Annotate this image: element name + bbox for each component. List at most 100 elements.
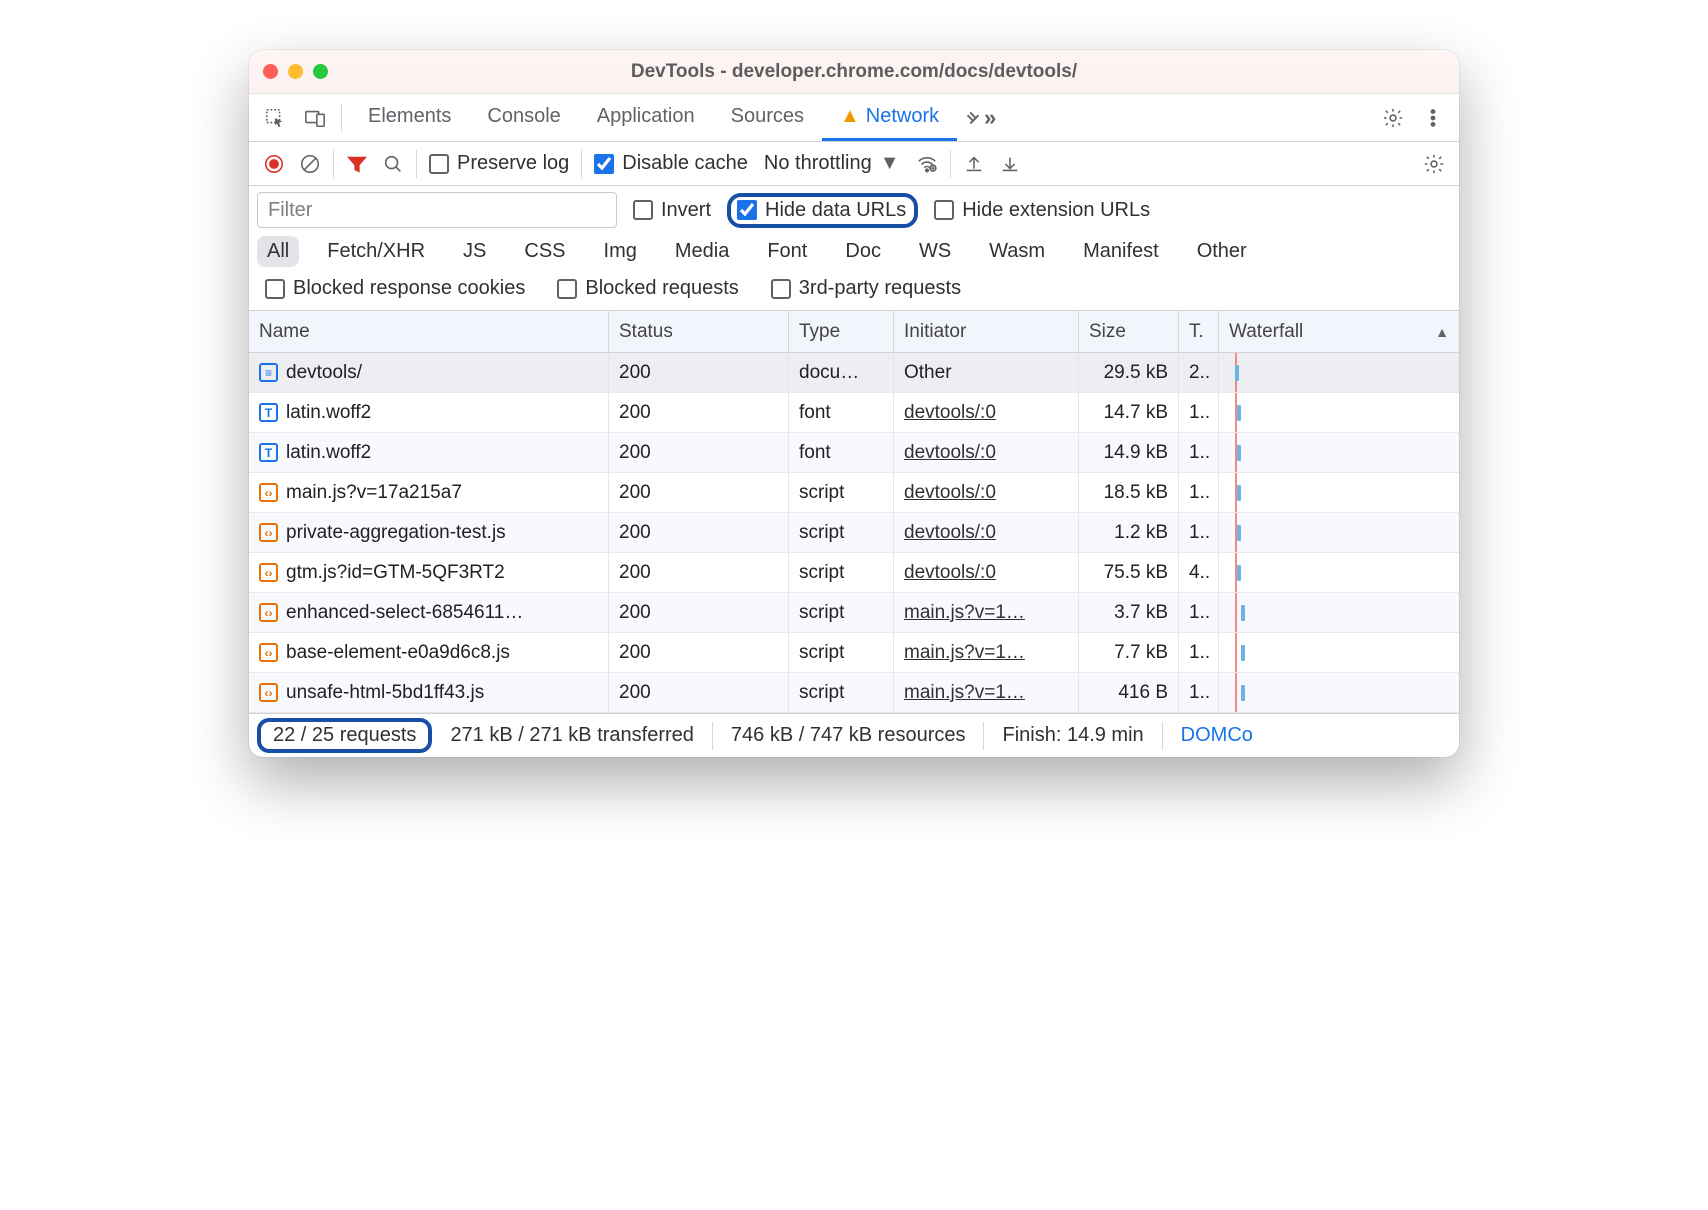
request-initiator[interactable]: devtools/:0 xyxy=(904,482,996,504)
request-initiator[interactable]: main.js?v=1… xyxy=(904,602,1025,624)
search-icon[interactable] xyxy=(376,147,410,181)
requests-count: 22 / 25 requests xyxy=(273,724,416,746)
table-row[interactable]: ‹›gtm.js?id=GTM-5QF3RT2200scriptdevtools… xyxy=(249,553,1459,593)
request-waterfall xyxy=(1219,673,1459,712)
col-waterfall[interactable]: Waterfall ▲ xyxy=(1219,311,1459,352)
filter-input[interactable] xyxy=(257,192,617,228)
blocked-filter-row: Blocked response cookies Blocked request… xyxy=(249,277,1459,311)
tab-network[interactable]: ▲Network xyxy=(822,94,957,141)
col-name[interactable]: Name xyxy=(249,311,609,352)
request-status: 200 xyxy=(609,473,789,512)
col-initiator[interactable]: Initiator xyxy=(894,311,1079,352)
request-type: script xyxy=(789,593,894,632)
request-waterfall xyxy=(1219,633,1459,672)
devtools-window: DevTools - developer.chrome.com/docs/dev… xyxy=(249,50,1459,757)
network-toolbar: Preserve log Disable cache No throttling… xyxy=(249,142,1459,186)
panel-tabs-row: Elements Console ApplicationSources▲Networ… xyxy=(249,94,1459,142)
settings-icon[interactable] xyxy=(1375,100,1411,136)
tab-sources[interactable]: Sources xyxy=(713,94,822,141)
col-status[interactable]: Status xyxy=(609,311,789,352)
request-status: 200 xyxy=(609,513,789,552)
table-row[interactable]: ‹›main.js?v=17a215a7200scriptdevtools/:0… xyxy=(249,473,1459,513)
tab-console[interactable]: Console xyxy=(469,94,578,141)
finish-time: Finish: 14.9 min xyxy=(983,722,1161,750)
type-filter-media[interactable]: Media xyxy=(665,236,739,267)
upload-har-icon[interactable] xyxy=(957,147,991,181)
col-type[interactable]: Type xyxy=(789,311,894,352)
request-waterfall xyxy=(1219,553,1459,592)
type-filter-other[interactable]: Other xyxy=(1187,236,1257,267)
preserve-log-checkbox[interactable]: Preserve log xyxy=(423,152,575,175)
request-name: latin.woff2 xyxy=(286,442,371,464)
request-size: 14.7 kB xyxy=(1079,393,1179,432)
third-party-checkbox[interactable]: 3rd-party requests xyxy=(765,277,967,300)
table-row[interactable]: Tlatin.woff2200fontdevtools/:014.7 kB1.. xyxy=(249,393,1459,433)
type-filter-font[interactable]: Font xyxy=(757,236,817,267)
request-table[interactable]: ≡devtools/200docu…Other29.5 kB2.. Tlatin.… xyxy=(249,353,1459,713)
hide-extension-urls-label: Hide extension URLs xyxy=(962,199,1150,222)
disable-cache-checkbox[interactable]: Disable cache xyxy=(588,152,754,175)
table-row[interactable]: ‹›private-aggregation-test.js200scriptde… xyxy=(249,513,1459,553)
hide-extension-urls-checkbox[interactable]: Hide extension URLs xyxy=(928,199,1156,222)
request-initiator[interactable]: devtools/:0 xyxy=(904,522,996,544)
request-waterfall xyxy=(1219,433,1459,472)
type-filter-wasm[interactable]: Wasm xyxy=(979,236,1055,267)
device-toolbar-icon[interactable] xyxy=(297,100,333,136)
type-filter-ws[interactable]: WS xyxy=(909,236,961,267)
request-size: 7.7 kB xyxy=(1079,633,1179,672)
request-initiator[interactable]: devtools/:0 xyxy=(904,402,996,424)
hide-data-urls-checkbox[interactable]: Hide data URLs xyxy=(737,199,906,222)
js-file-icon: ‹› xyxy=(259,683,278,702)
blocked-cookies-checkbox[interactable]: Blocked response cookies xyxy=(259,277,531,300)
js-file-icon: ‹› xyxy=(259,643,278,662)
warning-icon: ▲ xyxy=(840,105,860,128)
throttling-select[interactable]: No throttling ▼ xyxy=(756,152,908,175)
network-settings-icon[interactable] xyxy=(1417,147,1451,181)
request-initiator[interactable]: main.js?v=1… xyxy=(904,682,1025,704)
filter-toggle-icon[interactable] xyxy=(340,147,374,181)
minimize-window-button[interactable] xyxy=(288,64,303,79)
table-row[interactable]: ≡devtools/200docu…Other29.5 kB2.. xyxy=(249,353,1459,393)
request-initiator[interactable]: devtools/:0 xyxy=(904,562,996,584)
request-status: 200 xyxy=(609,553,789,592)
type-filter-manifest[interactable]: Manifest xyxy=(1073,236,1169,267)
type-filter-all[interactable]: All xyxy=(257,236,299,267)
more-tabs-button[interactable]: » xyxy=(961,100,997,136)
record-button[interactable] xyxy=(257,147,291,181)
request-size: 1.2 kB xyxy=(1079,513,1179,552)
inspect-element-icon[interactable] xyxy=(257,100,293,136)
request-name: devtools/ xyxy=(286,362,362,384)
network-conditions-icon[interactable] xyxy=(910,147,944,181)
clear-button[interactable] xyxy=(293,147,327,181)
table-row[interactable]: ‹›base-element-e0a9d6c8.js200scriptmain.… xyxy=(249,633,1459,673)
request-size: 29.5 kB xyxy=(1079,353,1179,392)
invert-label: Invert xyxy=(661,199,711,222)
table-row[interactable]: Tlatin.woff2200fontdevtools/:014.9 kB1.. xyxy=(249,433,1459,473)
request-initiator[interactable]: main.js?v=1… xyxy=(904,642,1025,664)
download-har-icon[interactable] xyxy=(993,147,1027,181)
col-time[interactable]: T. xyxy=(1179,311,1219,352)
table-row[interactable]: ‹›unsafe-html-5bd1ff43.js200scriptmain.j… xyxy=(249,673,1459,713)
window-title: DevTools - developer.chrome.com/docs/dev… xyxy=(249,61,1459,83)
kebab-menu-icon[interactable] xyxy=(1415,100,1451,136)
request-size: 416 B xyxy=(1079,673,1179,712)
table-row[interactable]: ‹›enhanced-select-6854611…200scriptmain.… xyxy=(249,593,1459,633)
tab-label: Console xyxy=(487,105,560,128)
col-size[interactable]: Size xyxy=(1079,311,1179,352)
request-name: private-aggregation-test.js xyxy=(286,522,506,544)
type-filter-img[interactable]: Img xyxy=(594,236,647,267)
request-initiator[interactable]: devtools/:0 xyxy=(904,442,996,464)
domcontentloaded-link[interactable]: DOMCo xyxy=(1162,722,1271,750)
close-window-button[interactable] xyxy=(263,64,278,79)
js-file-icon: ‹› xyxy=(259,563,278,582)
zoom-window-button[interactable] xyxy=(313,64,328,79)
blocked-requests-checkbox[interactable]: Blocked requests xyxy=(551,277,744,300)
type-filter-js[interactable]: JS xyxy=(453,236,496,267)
tab-elements[interactable]: Elements xyxy=(350,94,469,141)
disable-cache-label: Disable cache xyxy=(622,152,748,175)
tab-application[interactable]: Application xyxy=(579,94,713,141)
type-filter-fetchxhr[interactable]: Fetch/XHR xyxy=(317,236,435,267)
type-filter-css[interactable]: CSS xyxy=(514,236,575,267)
invert-checkbox[interactable]: Invert xyxy=(627,199,717,222)
type-filter-doc[interactable]: Doc xyxy=(835,236,891,267)
